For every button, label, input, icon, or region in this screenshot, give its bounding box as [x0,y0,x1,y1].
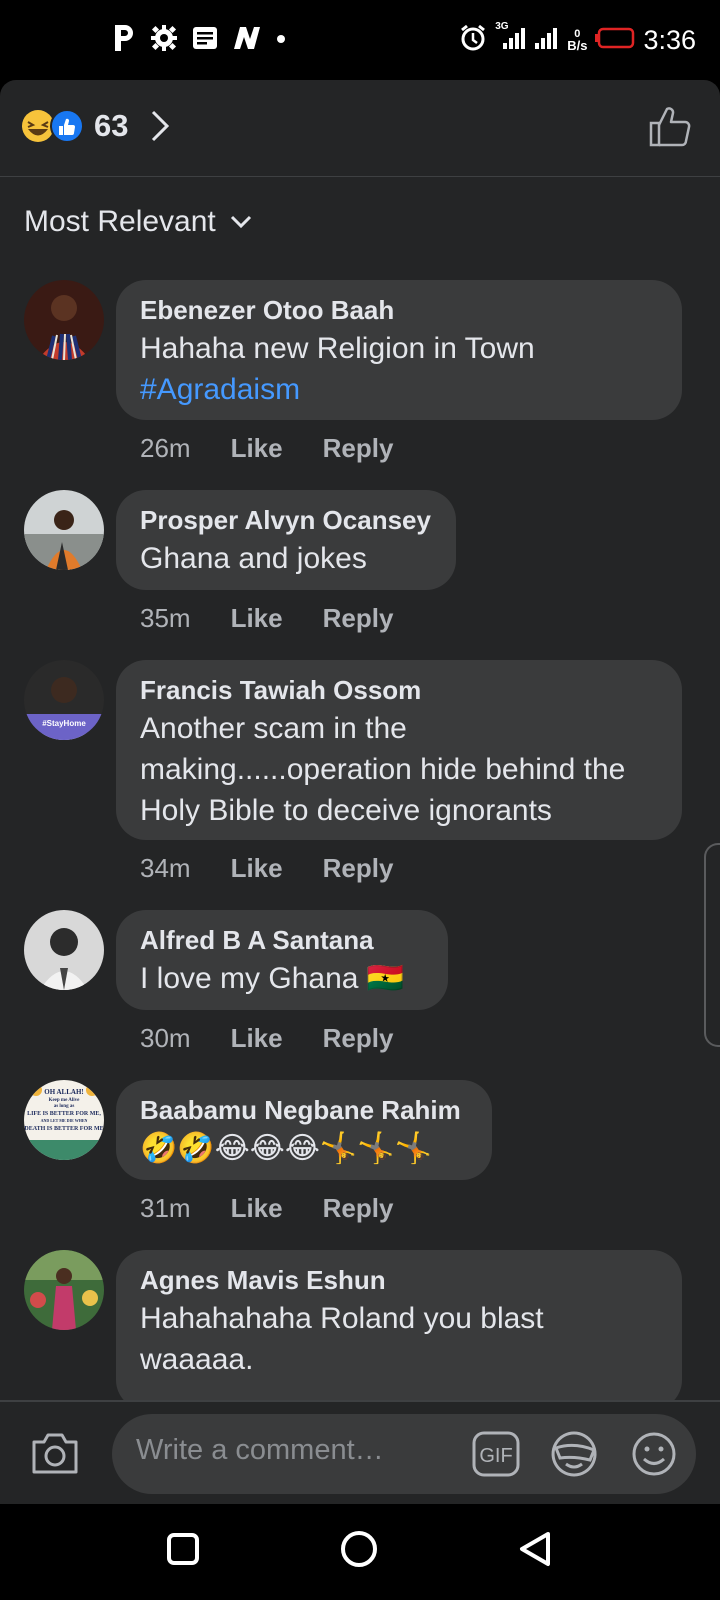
like-button[interactable]: Like [231,1022,283,1054]
comment-bubble[interactable]: Francis Tawiah Ossom Another scam in the… [116,660,682,840]
chevron-right-icon [148,108,172,149]
comment-bubble[interactable]: Prosper Alvyn Ocansey Ghana and jokes [116,490,456,590]
commenter-name[interactable]: Prosper Alvyn Ocansey [140,504,432,536]
reaction-count: 63 [94,108,129,143]
sort-dropdown[interactable]: Most Relevant [24,200,252,244]
like-button[interactable]: Like [231,852,283,884]
comment-time: 31m [140,1193,191,1223]
signal-icon [533,25,559,56]
system-icons: 3G 0 B/s 3:36 [459,18,696,62]
signal-icon: 3G [495,21,526,56]
avatar-text: Keep me Alive [49,1098,81,1103]
avatar-badge-text: #StayHome [42,719,86,728]
notification-icons [112,22,286,58]
avatar[interactable] [24,910,104,990]
recents-square-icon [167,1533,199,1565]
commenter-name[interactable]: Francis Tawiah Ossom [140,674,658,706]
comment-time: 30m [140,1023,191,1053]
avatar-text: AND LET ME DIE WHEN [41,1118,88,1123]
comment-placeholder: Write a comment… [136,1434,384,1466]
system-nav-bar [0,1504,720,1600]
comment-actions: 26m Like Reply [140,432,393,464]
comment-text: Hahahahaha Roland you blast waaaaa. [140,1302,544,1376]
comment-actions: 34m Like Reply [140,852,393,884]
gif-label: GIF [479,1445,512,1467]
avatar-text: LIFE IS BETTER FOR ME, [27,1111,101,1117]
comment-actions: 31m Like Reply [140,1192,393,1224]
status-bar: 3G 0 B/s 3:36 [0,0,720,80]
sticker-icon [551,1431,597,1477]
thumbs-up-icon [649,107,691,147]
reply-button[interactable]: Reply [323,1022,394,1054]
clock: 3:36 [643,24,696,55]
commenter-name[interactable]: Alfred B A Santana [140,924,424,956]
comment-bubble[interactable]: Alfred B A Santana I love my Ghana 🇬🇭 [116,910,448,1010]
home-button[interactable] [340,1530,378,1573]
like-button[interactable]: Like [231,1192,283,1224]
chevron-down-icon [230,215,251,229]
comment-time: 35m [140,603,191,633]
comment-text: I love my Ghana 🇬🇭 [140,962,405,995]
avatar-text: OH ALLAH! [44,1088,83,1096]
hashtag-link[interactable]: #Agradaism [140,373,300,406]
settings-icon [150,24,178,57]
camera-icon [32,1433,78,1474]
recents-button[interactable] [166,1532,200,1571]
avatar[interactable] [24,490,104,570]
scroll-handle[interactable] [704,843,720,1047]
commenter-name[interactable]: Baabamu Negbane Rahim [140,1094,468,1126]
comments-sheet: 63 Most Relevant Ebenezer Otoo Baah Haha… [0,80,720,1504]
comment-text: Hahaha new Religion in Town #Agradaism [140,332,535,406]
p-app-icon [112,23,136,58]
reply-button[interactable]: Reply [323,852,394,884]
avatar-text: DEATH IS BETTER FOR ME [24,1126,103,1132]
comment-input[interactable]: Write a comment… GIF [112,1414,696,1494]
reply-button[interactable]: Reply [323,1192,394,1224]
reaction-icons [20,108,90,144]
home-circle-icon [341,1531,377,1567]
comment-bubble[interactable]: Agnes Mavis Eshun Hahahahaha Roland you … [116,1250,682,1410]
comment-time: 34m [140,853,191,883]
n-app-icon [232,25,262,56]
laughing-emoji-icon [22,109,84,143]
avatar[interactable] [24,280,104,360]
commenter-name[interactable]: Ebenezer Otoo Baah [140,294,658,326]
camera-button[interactable] [30,1430,80,1481]
alarm-icon [459,24,487,57]
comment-text: 🤣🤣😂😂😂🤸🤸🤸 [140,1132,432,1165]
emoji-icon [632,1432,676,1476]
comment-bubble[interactable]: Ebenezer Otoo Baah Hahaha new Religion i… [116,280,682,420]
comment-bubble[interactable]: Baabamu Negbane Rahim 🤣🤣😂😂😂🤸🤸🤸 [116,1080,492,1180]
avatar[interactable]: OH ALLAH! Keep me Alive as long as LIFE … [24,1080,104,1160]
gif-button[interactable]: GIF [472,1431,520,1482]
comment-text: Another scam in the making......operatio… [140,712,626,827]
gif-icon: GIF [472,1431,520,1477]
comment-actions: 35m Like Reply [140,602,393,634]
emoji-button[interactable] [630,1430,678,1483]
avatar[interactable] [24,1250,104,1330]
comment-actions: 30m Like Reply [140,1022,393,1054]
news-icon [192,26,218,55]
like-post-button[interactable] [648,104,692,153]
reaction-summary-bar[interactable]: 63 [0,80,720,177]
back-triangle-icon [520,1532,550,1566]
battery-low-icon [595,27,635,54]
sort-label: Most Relevant [24,205,216,238]
sticker-button[interactable] [550,1430,598,1483]
dot-icon [276,31,286,49]
comment-text: Ghana and jokes [140,542,367,575]
commenter-name[interactable]: Agnes Mavis Eshun [140,1264,658,1296]
reply-button[interactable]: Reply [323,602,394,634]
back-button[interactable] [518,1530,554,1573]
like-button[interactable]: Like [231,602,283,634]
avatar-text: as long as [54,1104,75,1109]
comment-time: 26m [140,433,191,463]
net-speed: 0 B/s [567,28,588,53]
avatar[interactable]: #StayHome [24,660,104,740]
reply-button[interactable]: Reply [323,432,394,464]
comment-composer: Write a comment… GIF [0,1400,720,1506]
like-button[interactable]: Like [231,432,283,464]
